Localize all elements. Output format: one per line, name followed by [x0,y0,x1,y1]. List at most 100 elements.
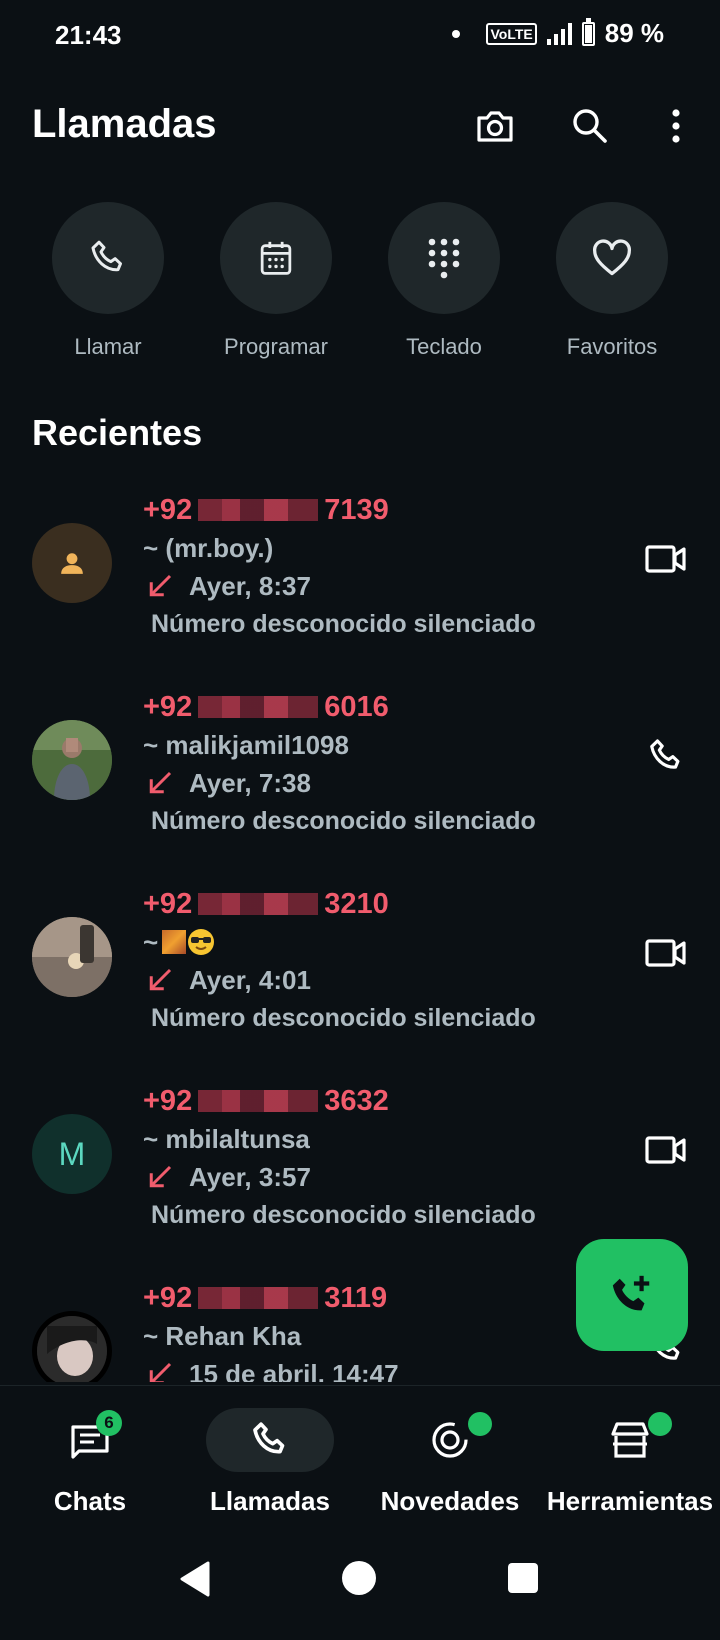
calendar-icon [260,241,292,275]
system-navigation-bar [0,1535,720,1640]
nav-label: Herramientas [546,1486,714,1516]
app-header: Llamadas [0,90,720,160]
video-call-icon [645,939,686,967]
new-call-fab[interactable] [576,1239,688,1351]
keypad-button[interactable] [388,202,500,314]
missed-call-arrow-icon [149,1362,172,1382]
avatar [32,720,112,800]
redacted-block [198,893,319,915]
call-time-row: 15 de abril, 14:47 [143,1355,613,1382]
search-icon[interactable] [566,102,614,150]
nav-pill[interactable] [566,1408,694,1472]
notification-dot-icon [452,29,461,38]
call-status: Número desconocido silenciado [151,1201,536,1229]
updates-dot-badge [468,1412,492,1436]
call-time: Ayer, 4:01 [189,965,311,995]
call-status: Número desconocido silenciado [151,1004,536,1032]
schedule-button[interactable] [220,202,332,314]
call-alias: ~ (mr.boy.) [143,533,274,563]
call-time: 15 de abril, 14:47 [189,1359,399,1382]
quick-action-call[interactable]: Llamar [38,202,178,360]
back-button[interactable] [178,1561,212,1602]
updates-icon [432,1422,468,1458]
heart-icon [593,239,631,276]
number-suffix: 6016 [324,691,389,723]
nav-pill[interactable] [386,1408,514,1472]
avatar [32,917,112,997]
number-prefix: +92 [143,1085,193,1117]
call-row[interactable]: +92 6016 ~ malikjamil1098 Ayer, 7:38 Núm… [0,688,720,885]
contact-photo [37,1316,107,1382]
section-title-recent: Recientes [32,412,203,453]
missed-call-arrow-icon [149,771,172,794]
missed-call-arrow-icon [149,574,172,597]
dialpad-icon [428,238,460,279]
nav-label: Chats [53,1486,127,1516]
unread-badge: 6 [96,1410,122,1436]
call-row[interactable]: +92 3210 ~ Ayer, 4:01 Número desconocido… [0,885,720,1082]
nav-tools[interactable]: Herramientas [540,1408,720,1517]
missed-call-arrow-icon [149,968,172,991]
nav-calls[interactable]: Llamadas [180,1408,360,1517]
redacted-block [198,1090,319,1112]
call-status: Número desconocido silenciado [151,610,536,638]
number-prefix: +92 [143,888,193,920]
quick-action-label: Teclado [406,334,482,359]
call-number: +92 3119 [143,1279,613,1317]
number-prefix: +92 [143,494,193,526]
call-button[interactable] [52,202,164,314]
contact-photo [32,720,112,800]
call-status: Número desconocido silenciado [151,807,536,835]
number-prefix: +92 [143,1282,193,1314]
bottom-navigation: 6 Chats Llamadas Novedades Herramientas [0,1385,720,1536]
number-suffix: 3119 [324,1282,388,1314]
call-row[interactable]: +92 7139 ~ (mr.boy.) Ayer, 8:37 Número d… [0,491,720,688]
alias-text: ~ [143,927,159,957]
number-suffix: 3632 [324,1085,389,1117]
camera-icon[interactable] [471,102,519,150]
recents-button[interactable] [508,1563,538,1593]
back-triangle-icon [180,1561,210,1597]
battery-percent: 89 % [604,18,664,48]
call-time: Ayer, 3:57 [189,1162,311,1192]
battery-icon [581,17,595,46]
page-title: Llamadas [32,102,217,146]
status-time: 21:43 [55,20,122,50]
quick-action-label: Llamar [74,334,142,359]
video-call-button[interactable] [642,1126,690,1174]
more-vert-icon[interactable] [652,102,700,150]
favorites-button[interactable] [556,202,668,314]
call-alias: ~ malikjamil1098 [143,730,349,760]
home-button[interactable] [342,1561,376,1595]
video-call-icon [645,1136,686,1164]
nav-updates[interactable]: Novedades [360,1408,540,1517]
phone-icon [253,1422,285,1454]
call-time-row: Ayer, 3:57 [143,1158,613,1196]
avatar [32,1311,112,1382]
status-bar: 21:43 VoLTE 89 % [0,0,720,72]
status-indicators: VoLTE 89 % [452,17,664,49]
quick-action-schedule[interactable]: Programar [206,202,346,360]
quick-action-favorites[interactable]: Favoritos [542,202,682,360]
quick-action-keypad[interactable]: Teclado [374,202,514,360]
call-alias: ~ [143,923,613,961]
video-call-icon [645,545,686,573]
call-time-row: Ayer, 8:37 [143,567,613,605]
nav-pill[interactable]: 6 [26,1408,154,1472]
call-number: +92 3632 [143,1082,613,1120]
avatar: M [32,1114,112,1194]
video-call-button[interactable] [642,535,690,583]
nav-chats[interactable]: 6 Chats [0,1408,180,1517]
video-call-button[interactable] [642,929,690,977]
quick-actions: Llamar Programar Teclado Favoritos [0,202,720,372]
signal-icon [546,22,572,45]
volte-icon: VoLTE [486,22,537,45]
call-time: Ayer, 7:38 [189,768,311,798]
nav-pill-active[interactable] [206,1408,334,1472]
contact-photo [32,917,112,997]
call-number: +92 6016 [143,688,613,726]
number-prefix: +92 [143,691,193,723]
person-icon [61,553,83,574]
phone-icon [91,240,122,272]
voice-call-button[interactable] [642,732,690,780]
